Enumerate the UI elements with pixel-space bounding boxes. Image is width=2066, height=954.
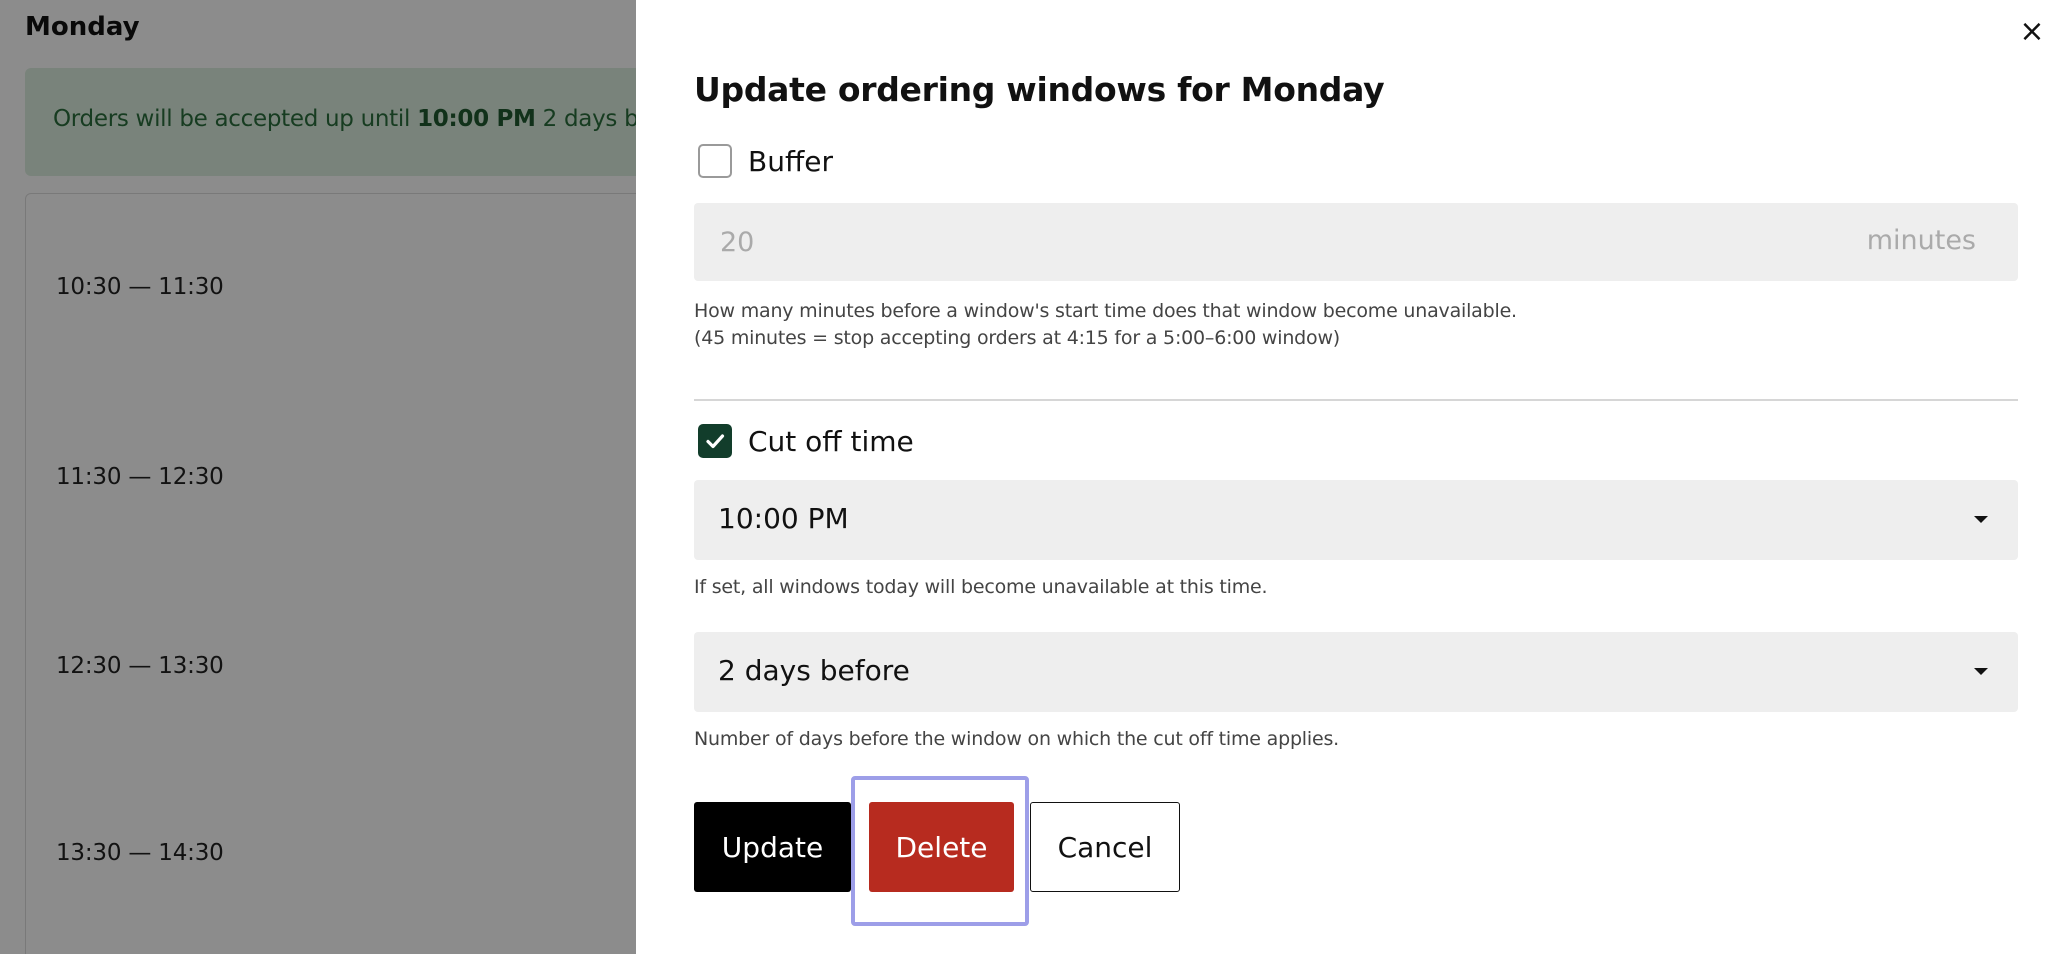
buffer-unit-label: minutes [1866,225,1976,256]
cutoff-checkbox[interactable] [698,424,732,458]
cutoff-time-value: 10:00 PM [718,502,849,535]
close-icon[interactable]: × [2014,14,2050,50]
drawer-title: Update ordering windows for Monday [694,70,1385,109]
buffer-minutes-field[interactable]: minutes [694,203,2018,281]
delete-button[interactable]: Delete [869,802,1014,892]
buffer-help-text: How many minutes before a window's start… [694,300,1517,349]
checkmark-icon [706,434,725,449]
chevron-down-icon [1974,516,1988,523]
update-button[interactable]: Update [694,802,851,892]
update-ordering-windows-drawer: × Update ordering windows for Monday Buf… [636,0,2066,954]
cutoff-time-select[interactable]: 10:00 PM [694,480,2018,560]
cutoff-time-help-text: If set, all windows today will become un… [694,576,1268,598]
chevron-down-icon [1974,668,1988,675]
buffer-minutes-input[interactable] [694,203,2018,281]
buffer-checkbox-row[interactable]: Buffer [698,144,833,178]
buffer-label: Buffer [748,144,833,178]
cancel-button[interactable]: Cancel [1030,802,1180,892]
cutoff-days-value: 2 days before [718,654,910,687]
cutoff-label: Cut off time [748,424,914,458]
cutoff-days-select[interactable]: 2 days before [694,632,2018,712]
section-divider [694,399,2018,401]
buffer-checkbox[interactable] [698,144,732,178]
cutoff-days-help-text: Number of days before the window on whic… [694,728,1339,750]
cutoff-checkbox-row[interactable]: Cut off time [698,424,914,458]
